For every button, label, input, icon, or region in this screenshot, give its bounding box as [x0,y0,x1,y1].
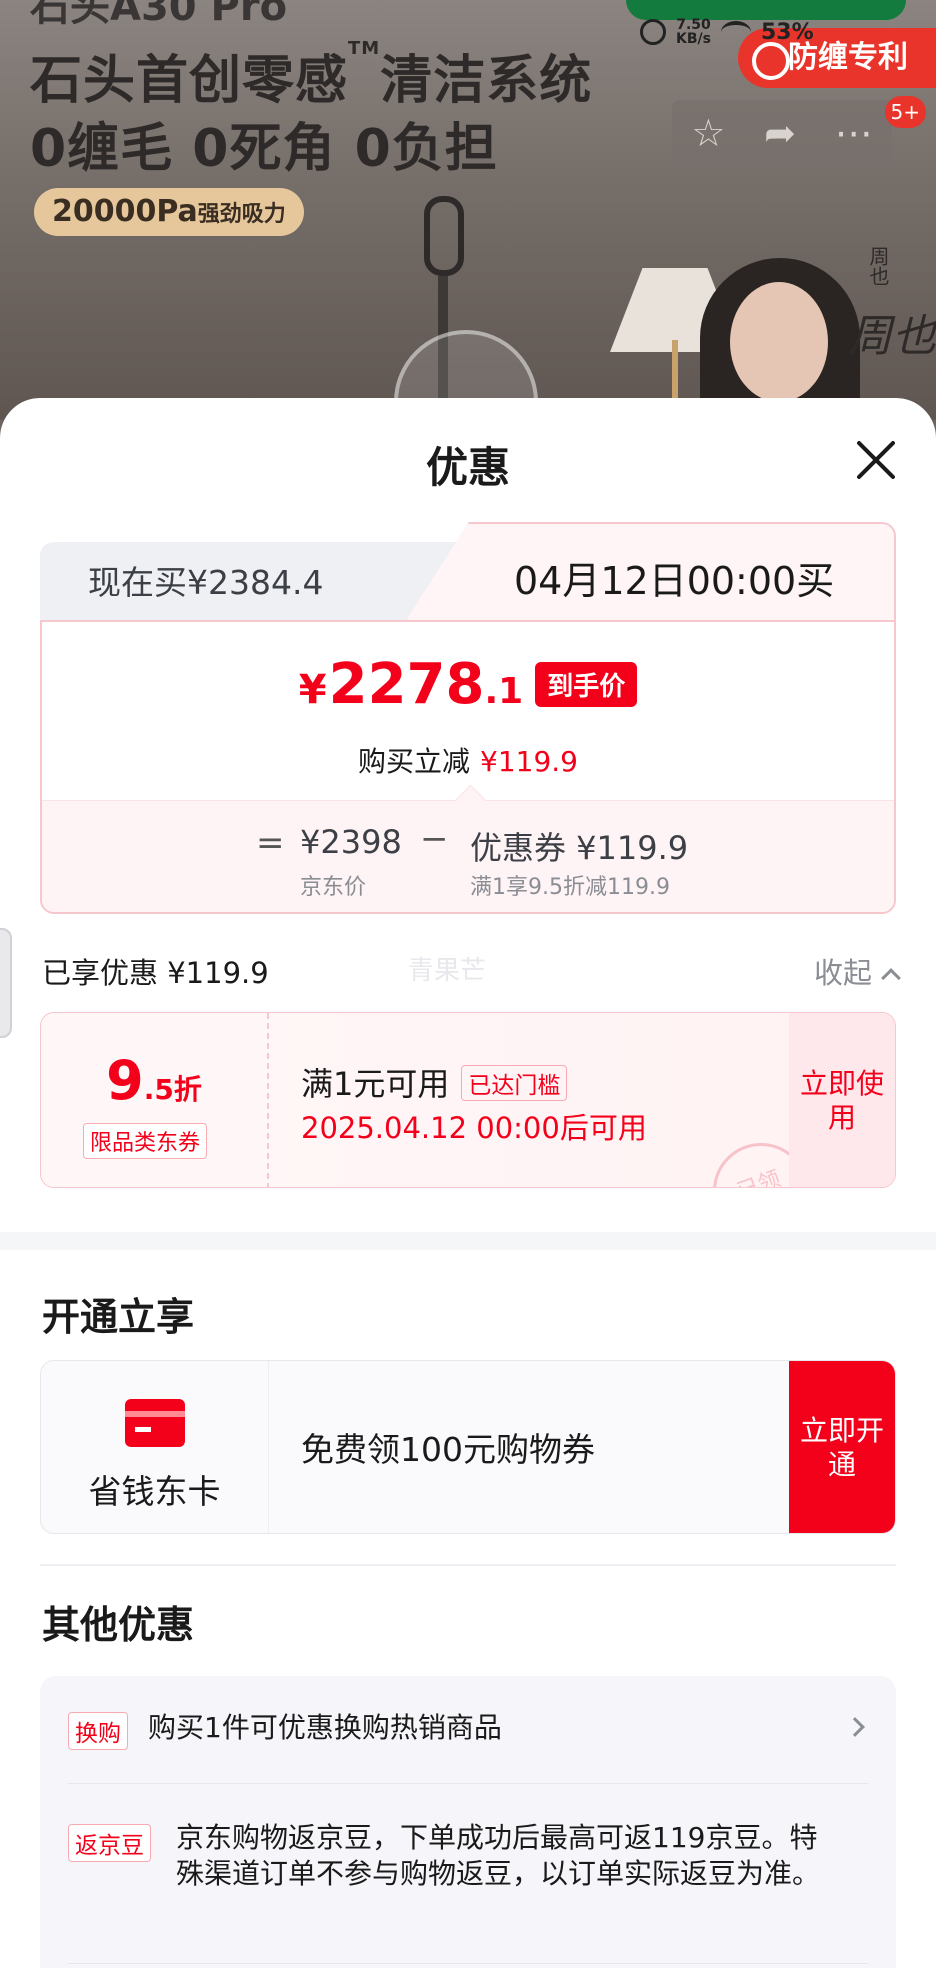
alarm-clock-icon [640,19,666,45]
tab-buy-now-label[interactable]: 现在买¥2384.4 [88,556,323,604]
trademark-mark: TM [348,38,381,59]
endorser-signature: 周也 [848,311,936,362]
price-breakdown: = ¥2398 京东价 − 优惠券 ¥119.9 满1享9.5折减119.9 [42,800,894,912]
offer-tag: 返京豆 [68,1823,151,1862]
wifi-icon [720,21,751,43]
battery-level: 53% [760,19,814,45]
close-icon[interactable] [854,438,898,482]
network-speed-value: 7.50 [676,17,711,33]
coupon-value-small: .5折 [143,1073,202,1106]
collapse-label: 收起 [813,956,872,990]
final-price-decimal: .1 [484,671,524,712]
vacuum-image [424,196,464,276]
sheet-title: 优惠 [425,443,510,492]
share-icon[interactable]: ➦ [764,113,796,153]
side-drawer-handle[interactable] [0,928,12,1038]
final-price-integer: 2278 [328,652,485,717]
offer-text: 购买1件可优惠换购热销商品 [148,1710,502,1744]
suction-pill: 20000Pa强劲吸力 [34,188,304,236]
watermark: 青果芒 [408,956,487,986]
coupon-deduction-rule: 满1享9.5折减119.9 [470,875,670,900]
equals-sign: = [256,823,285,863]
coupon-condition: 满1元可用 已达门槛 [301,1059,568,1105]
product-banner: 石头A30 Pro 石头首创零感TM清洁系统 0缠毛 0死角 0负担 20000… [0,0,936,420]
coupon-type-badge: 限品类东券 [83,1123,208,1159]
suction-label: 强劲吸力 [197,202,286,227]
membership-left: 省钱东卡 [41,1361,269,1533]
minus-sign: − [420,819,449,859]
membership-desc: 免费领100元购物券 [301,1430,595,1469]
star-icon[interactable]: ☆ [691,113,725,153]
base-price: ¥2398 [300,823,402,861]
status-bar: 7.50 KB/s 53% [640,18,814,46]
chevron-right-icon [845,1716,865,1737]
base-price-label: 京东价 [300,875,367,900]
price-card: 现在买¥2384.4 04月12日00:00买 ¥2278.1 到手价 购买立减… [40,522,896,914]
credit-card-icon [125,1399,185,1447]
banner-model-name: 石头A30 Pro [30,0,288,30]
coupon-valid-date: 2025.04.12 00:00后可用 [301,1111,647,1145]
enjoyed-discount-row: 已享优惠 ¥119.9 青果芒 收起 [0,914,936,1012]
membership-name: 省钱东卡 [88,1472,221,1511]
banner-headline-text: 石头首创零感 [30,51,349,111]
other-offers-list: 换购 购买1件可优惠换购热销商品 返京豆 京东购物返京豆，下单成功后最高可返11… [40,1675,896,1968]
promo-ribbon [626,0,906,20]
chevron-up-icon [881,968,901,988]
offer-item-jingdou: 返京豆 京东购物返京豆，下单成功后最高可返119京豆。特殊渠道订单不参与购物返豆… [68,1784,868,1964]
membership-card: 省钱东卡 免费领100元购物券 立即开通 [40,1360,896,1534]
banner-action-bar: ☆ ➦ ⋯ [672,100,892,166]
banner-headline-suffix: 清洁系统 [380,51,593,111]
threshold-reached-badge: 已达门槛 [461,1065,568,1101]
final-price-tag: 到手价 [535,662,638,707]
tab-buy-later-label[interactable]: 04月12日00:00买 [514,550,834,605]
currency-symbol: ¥ [298,667,327,713]
sheet-header: 优惠 [0,398,936,508]
coupon-card: 9.5折 限品类东券 满1元可用 已达门槛 2025.04.12 00:00后可用… [40,1012,896,1188]
endorser-name: 周也 [866,246,890,286]
offer-item-exchange[interactable]: 换购 购买1件可优惠换购热销商品 [68,1676,868,1784]
network-speed-unit: KB/s [676,31,711,47]
section-separator [0,1232,936,1250]
collapse-button[interactable]: 收起 [813,950,901,992]
instant-discount-amount: ¥119.9 [480,745,578,778]
instant-discount-label: 购买立减 [358,745,471,778]
membership-section-title: 开通立享 [42,1295,195,1339]
price-card-body: ¥2278.1 到手价 购买立减 ¥119.9 = ¥2398 京东价 − 优惠券… [40,620,896,914]
endorser-face [730,282,828,402]
instant-discount-row: 购买立减 ¥119.9 [42,740,894,780]
coupon-condition-text: 满1元可用 [301,1065,450,1103]
other-offers-title: 其他优惠 [42,1602,195,1647]
coupon-value: 9.5折 [41,1049,267,1112]
offer-text: 京东购物返京豆，下单成功后最高可返119京豆。特殊渠道订单不参与购物返豆，以订单… [176,1820,821,1890]
more-badge: 5+ [884,96,926,128]
network-speed: 7.50 KB/s [676,18,711,46]
coupon-deduction: 优惠券 ¥119.9 [470,829,689,867]
offer-tag: 换购 [68,1711,128,1750]
enjoyed-discount-label: 已享优惠 ¥119.9 [42,956,269,990]
use-coupon-button[interactable]: 立即使用 [789,1013,895,1187]
discount-sheet: 优惠 现在买¥2384.4 04月12日00:00买 ¥2278.1 到手价 购… [0,398,936,1968]
suction-value: 20000Pa [52,194,198,229]
banner-subline: 0缠毛 0死角 0负担 [30,119,498,179]
final-price-row: ¥2278.1 到手价 [42,652,894,717]
more-icon[interactable]: ⋯ [835,113,873,153]
banner-headline: 石头首创零感TM清洁系统 [30,38,592,113]
coupon-value-area: 9.5折 限品类东券 [41,1013,269,1187]
activate-membership-button[interactable]: 立即开通 [789,1361,895,1533]
coupon-value-big: 9 [106,1049,144,1112]
final-price: ¥2278.1 [299,652,523,717]
